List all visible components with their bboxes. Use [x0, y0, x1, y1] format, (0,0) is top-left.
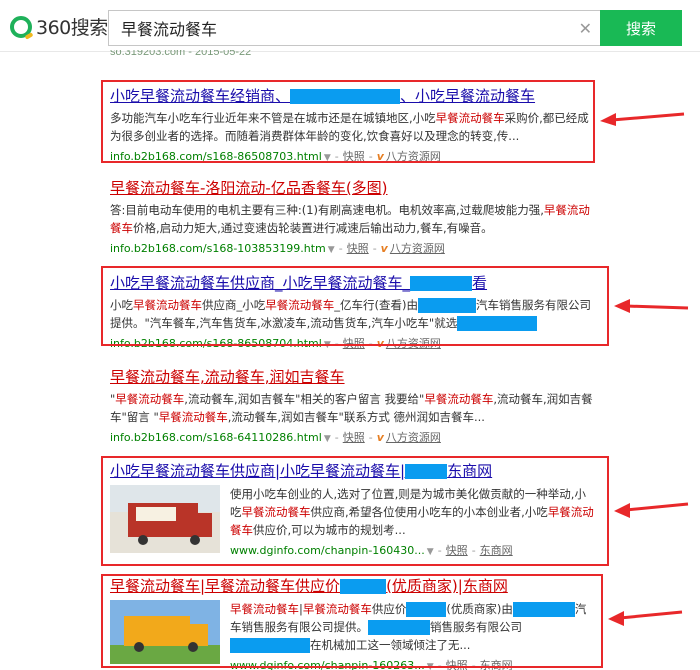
result-4: 早餐流动餐车,流动餐车,润如吉餐车 "早餐流动餐车,流动餐车,润如吉餐车"相关的…	[110, 367, 593, 445]
result-2-meta: info.b2b168.com/s168-103853199.htm ▼ - 快照 - v…	[110, 242, 445, 255]
logo-360[interactable]: 360搜索	[10, 13, 108, 40]
result-2-title[interactable]: 早餐流动餐车-洛阳流动-亿品香餐车(多图)	[110, 178, 590, 198]
result-4-title[interactable]: 早餐流动餐车,流动餐车,润如吉餐车	[110, 367, 590, 387]
search-input[interactable]	[109, 11, 559, 45]
clear-icon[interactable]: ✕	[579, 19, 592, 39]
result-4-meta: info.b2b168.com/s168-64110286.html ▼ - 快照 - v…	[110, 431, 441, 444]
result-url: info.b2b168.com/s168-64110286.html	[110, 431, 322, 444]
result-2-snippet: 答:目前电动车使用的电机主要有三种:(1)有刷高速电机。电机效率高,过载爬坡能力…	[110, 203, 590, 235]
source-v-icon: v	[380, 242, 388, 255]
logo-icon	[10, 15, 32, 38]
source-v-icon: v	[376, 431, 384, 444]
annotation-box-4	[101, 574, 603, 668]
annotation-arrow-3	[614, 502, 689, 518]
search-button[interactable]: 搜索	[600, 10, 682, 46]
search-header: 360搜索 ✕ 搜索	[0, 0, 700, 52]
result-url: info.b2b168.com/s168-103853199.htm	[110, 242, 326, 255]
logo-text: 360搜索	[36, 17, 108, 39]
annotation-box-3	[101, 456, 609, 566]
annotation-arrow-1	[600, 112, 685, 126]
annotation-arrow-2	[614, 299, 689, 313]
snapshot-link[interactable]: 快照	[343, 431, 365, 444]
source-link[interactable]: 八方资源网	[390, 242, 445, 255]
search-box: ✕	[108, 10, 600, 46]
annotation-box-2	[101, 266, 609, 346]
source-link[interactable]: 八方资源网	[386, 431, 441, 444]
previous-result-url: so.319203.com - 2015-05-22	[110, 50, 252, 58]
result-4-snippet: "早餐流动餐车,流动餐车,润如吉餐车"相关的客户留言 我要给"早餐流动餐车,流动…	[110, 392, 593, 424]
result-2: 早餐流动餐车-洛阳流动-亿品香餐车(多图) 答:目前电动车使用的电机主要有三种:…	[110, 178, 590, 256]
snapshot-link[interactable]: 快照	[347, 242, 369, 255]
annotation-arrow-4	[608, 610, 683, 626]
annotation-box-1	[101, 80, 595, 163]
